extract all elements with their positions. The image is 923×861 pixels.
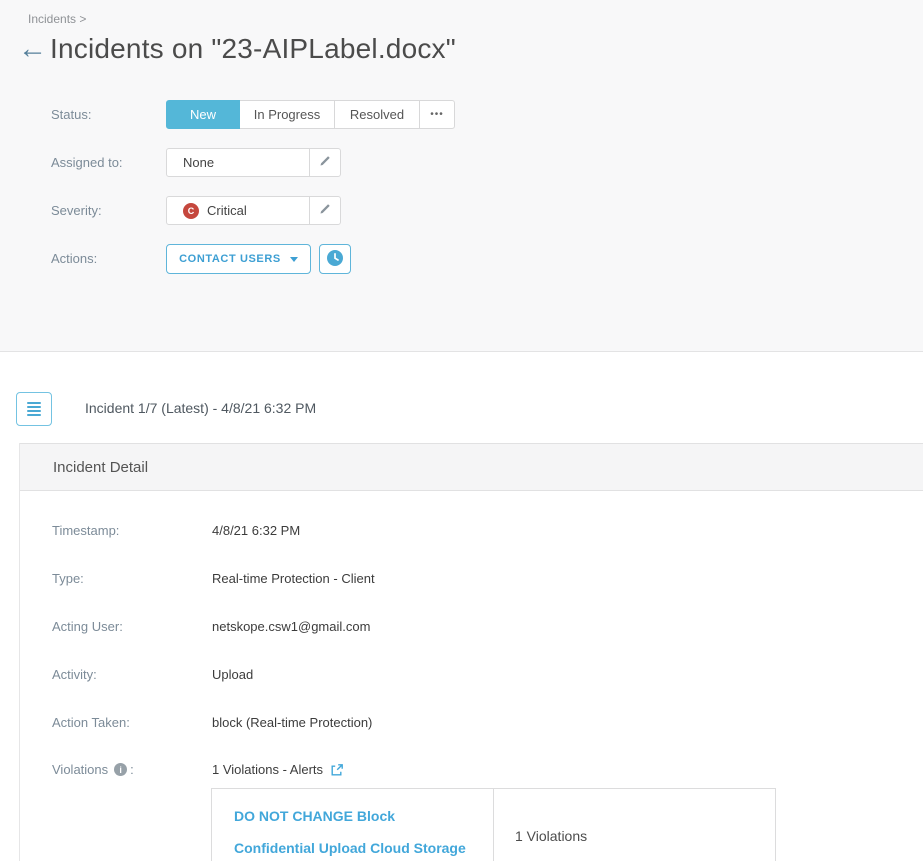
- chevron-down-icon: [290, 257, 298, 262]
- status-option-in-progress[interactable]: In Progress: [239, 100, 335, 129]
- severity-value: Critical: [207, 203, 247, 218]
- contact-users-label: CONTACT USERS: [179, 253, 281, 265]
- timestamp-label: Timestamp:: [52, 523, 119, 538]
- violations-value: 1 Violations - Alerts: [212, 762, 323, 777]
- clock-icon: [326, 249, 344, 270]
- status-label: Status:: [51, 107, 91, 122]
- status-more-button[interactable]: •••: [419, 100, 455, 129]
- acting-user-value: netskope.csw1@gmail.com: [212, 619, 370, 634]
- severity-value-wrap: C Critical: [167, 197, 309, 224]
- incident-nav-current: Incident 1/7 (Latest) - 4/8/21 6:32 PM: [85, 400, 316, 416]
- contact-users-button[interactable]: CONTACT USERS: [166, 244, 311, 274]
- violations-table: DO NOT CHANGE Block Confidential Upload …: [211, 788, 776, 861]
- type-label: Type:: [52, 571, 84, 586]
- action-taken-label: Action Taken:: [52, 715, 130, 730]
- violations-label-wrap: Violations :: [52, 762, 134, 777]
- assigned-to-label: Assigned to:: [51, 155, 123, 170]
- violation-policy-cell: DO NOT CHANGE Block Confidential Upload …: [212, 789, 494, 861]
- violations-value-wrap: 1 Violations - Alerts: [212, 762, 344, 777]
- status-option-resolved[interactable]: Resolved: [334, 100, 420, 129]
- violations-label: Violations: [52, 762, 108, 777]
- pencil-icon: [319, 155, 331, 170]
- history-button[interactable]: [319, 244, 351, 274]
- back-arrow-icon[interactable]: ←: [18, 33, 47, 65]
- assigned-to-value: None: [167, 149, 309, 176]
- type-value: Real-time Protection - Client: [212, 571, 375, 586]
- status-option-new[interactable]: New: [166, 100, 240, 129]
- external-link-icon[interactable]: [330, 763, 344, 777]
- list-icon: [27, 402, 41, 416]
- assigned-to-field: None: [166, 148, 341, 177]
- violation-count-cell: 1 Violations: [494, 789, 775, 861]
- status-toggle: New In Progress Resolved •••: [166, 100, 455, 129]
- incident-list-button[interactable]: [16, 392, 52, 426]
- incident-detail-section-title: Incident Detail: [20, 443, 923, 491]
- incident-detail-page: Incidents > ← Incidents on "23-AIPLabel.…: [0, 0, 923, 861]
- actions-label: Actions:: [51, 251, 97, 266]
- action-taken-value: block (Real-time Protection): [212, 715, 372, 730]
- violations-colon: :: [130, 762, 134, 777]
- severity-field: C Critical: [166, 196, 341, 225]
- activity-label: Activity:: [52, 667, 97, 682]
- acting-user-label: Acting User:: [52, 619, 123, 634]
- edit-severity-button[interactable]: [309, 197, 340, 224]
- edit-assigned-button[interactable]: [309, 149, 340, 176]
- timestamp-value: 4/8/21 6:32 PM: [212, 523, 300, 538]
- info-icon[interactable]: [114, 763, 127, 776]
- summary-section: Incidents > ← Incidents on "23-AIPLabel.…: [0, 0, 923, 352]
- activity-value: Upload: [212, 667, 253, 682]
- breadcrumb[interactable]: Incidents >: [28, 12, 86, 26]
- critical-severity-icon: C: [183, 203, 199, 219]
- violation-policy-link[interactable]: DO NOT CHANGE Block Confidential Upload …: [234, 808, 466, 856]
- pencil-icon: [319, 203, 331, 218]
- page-title: Incidents on "23-AIPLabel.docx": [50, 33, 456, 65]
- severity-label: Severity:: [51, 203, 102, 218]
